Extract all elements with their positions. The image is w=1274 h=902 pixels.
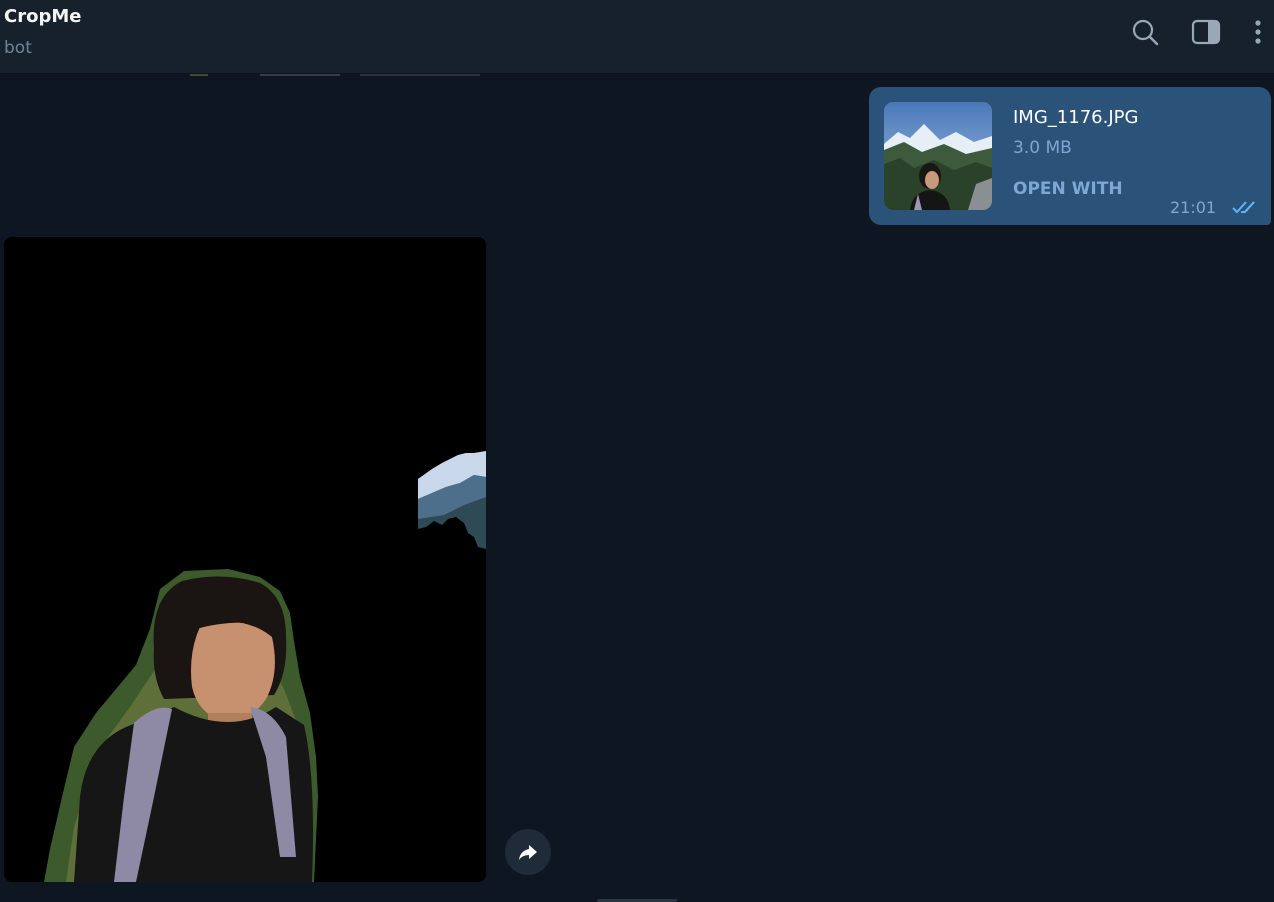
file-thumbnail[interactable] — [884, 102, 992, 210]
chat-subtitle: bot — [4, 38, 32, 58]
cropped-photo-message[interactable] — [4, 237, 486, 882]
chat-title[interactable]: CropMe — [4, 6, 81, 27]
message-time: 21:01 — [1170, 198, 1217, 217]
chat-header: CropMe bot — [0, 0, 1274, 74]
open-with-link[interactable]: OPEN WITH — [1013, 179, 1123, 199]
previous-message-remnant — [190, 74, 480, 76]
forward-button[interactable] — [505, 829, 551, 875]
forward-arrow-icon — [519, 845, 537, 860]
sidebar-toggle-icon[interactable] — [1189, 16, 1223, 50]
file-message-bubble[interactable]: IMG_1176.JPG 3.0 MB OPEN WITH 21:01 — [869, 87, 1271, 225]
double-check-icon — [1231, 197, 1261, 217]
more-vertical-icon[interactable] — [1241, 16, 1271, 50]
file-size: 3.0 MB — [1013, 138, 1072, 158]
search-icon[interactable] — [1129, 16, 1163, 50]
file-name: IMG_1176.JPG — [1013, 107, 1139, 128]
